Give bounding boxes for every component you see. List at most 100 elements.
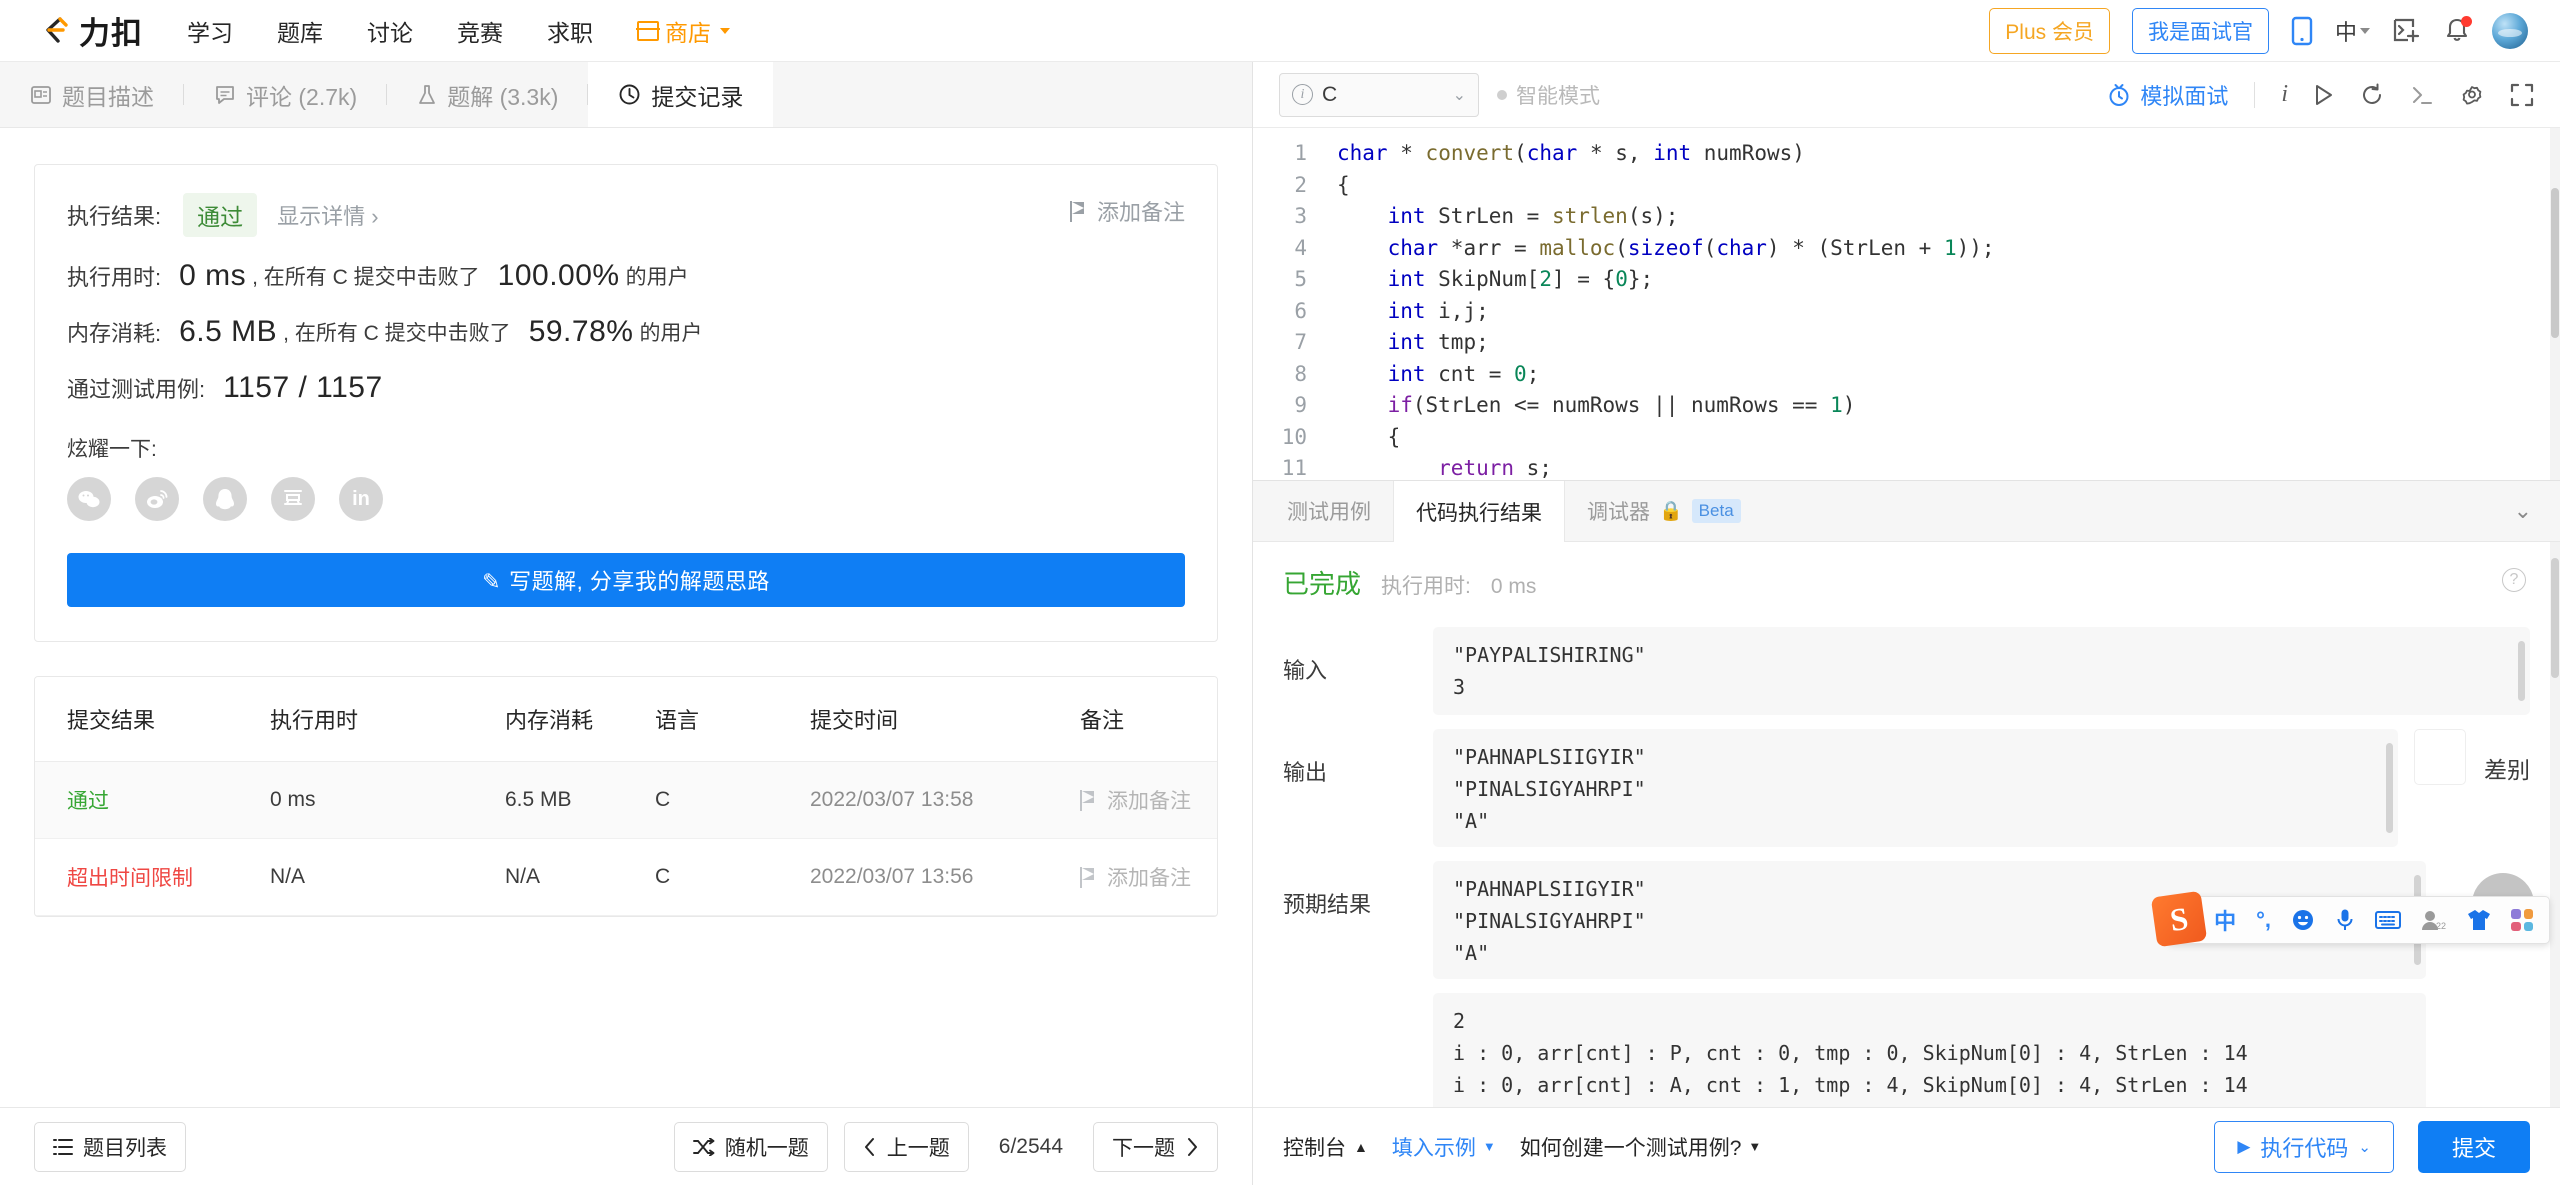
next-problem-button[interactable]: 下一题 xyxy=(1093,1122,1218,1172)
random-problem-label: 随机一题 xyxy=(725,1132,809,1162)
submit-button[interactable]: 提交 xyxy=(2418,1121,2530,1173)
fill-example-button[interactable]: 填入示例 ▼ xyxy=(1392,1132,1496,1162)
emoji-icon[interactable] xyxy=(2291,908,2315,932)
flask-icon xyxy=(417,84,437,106)
console-status-row: 已完成 执行用时: 0 ms xyxy=(1283,564,2530,601)
code-line: 11 return s; xyxy=(1253,453,2560,480)
mobile-icon[interactable] xyxy=(2291,16,2313,46)
bell-icon[interactable] xyxy=(2444,17,2470,45)
runtime-value: 0 ms xyxy=(179,259,246,293)
exec-result-row: 执行结果: 通过 显示详情 › xyxy=(67,193,1185,237)
tab-comments[interactable]: 评论 (2.7k) xyxy=(184,62,387,127)
tab-result[interactable]: 代码执行结果 xyxy=(1393,481,1565,542)
code-editor[interactable]: 1char * convert(char * s, int numRows)2{… xyxy=(1253,128,2560,480)
tab-submissions[interactable]: 提交记录 xyxy=(588,62,773,127)
language-switcher[interactable]: 中 xyxy=(2335,15,2370,47)
diff-toggle[interactable] xyxy=(2414,729,2466,785)
play-icon[interactable] xyxy=(2314,84,2334,106)
tab-solutions[interactable]: 题解 (3.3k) xyxy=(387,62,588,127)
console-icon[interactable] xyxy=(2410,84,2434,106)
interviewer-button[interactable]: 我是面试官 xyxy=(2132,8,2269,54)
console-scrollbar[interactable] xyxy=(2550,542,2560,1107)
settings-icon[interactable] xyxy=(2460,83,2484,107)
sogou-logo-icon[interactable]: S xyxy=(2151,891,2207,947)
console-toggle-button[interactable]: 控制台 ▲ xyxy=(1283,1132,1368,1162)
problem-list-button[interactable]: 题目列表 xyxy=(34,1122,186,1172)
reset-icon[interactable] xyxy=(2360,83,2384,107)
keyboard-icon[interactable] xyxy=(2375,910,2401,930)
memory-percent: 59.78% xyxy=(529,315,634,349)
code-line: 3 int StrLen = strlen(s); xyxy=(1253,201,2560,233)
row-time: 2022/03/07 13:58 xyxy=(810,762,1080,839)
memory-text-b: 的用户 xyxy=(639,317,702,347)
info-icon[interactable]: i xyxy=(2281,81,2288,108)
smart-mode-toggle[interactable]: 智能模式 xyxy=(1497,80,1600,110)
editor-scrollbar[interactable] xyxy=(2550,128,2560,480)
weibo-share-icon[interactable] xyxy=(135,477,179,521)
terminal-plus-icon[interactable] xyxy=(2392,17,2422,45)
col-runtime: 执行用时 xyxy=(270,677,505,762)
collapse-console-icon[interactable]: ⌄ xyxy=(2514,498,2532,524)
linkedin-share-icon[interactable]: in xyxy=(339,477,383,521)
plus-membership-button[interactable]: Plus 会员 xyxy=(1989,8,2110,54)
random-problem-button[interactable]: 随机一题 xyxy=(674,1122,828,1172)
nav-item-discuss[interactable]: 讨论 xyxy=(367,14,413,48)
row-status[interactable]: 超出时间限制 xyxy=(67,867,193,890)
run-code-button[interactable]: ▶ 执行代码 ⌄ xyxy=(2214,1121,2394,1173)
help-icon[interactable]: ? xyxy=(2502,568,2526,592)
tab-debugger[interactable]: 调试器 🔒 Beta xyxy=(1565,481,1763,541)
diff-control[interactable]: 差别 xyxy=(2414,729,2530,785)
tab-description[interactable]: 题目描述 xyxy=(0,62,184,127)
ime-toolbar: S 中 °, 22 xyxy=(2167,896,2550,944)
chevron-down-icon: ▼ xyxy=(1748,1139,1761,1154)
site-logo[interactable]: 力扣 xyxy=(36,8,143,53)
nav-item-jobs[interactable]: 求职 xyxy=(547,14,593,48)
row-status[interactable]: 通过 xyxy=(67,790,109,813)
stdout-value[interactable]: 2 i : 0, arr[cnt] : P, cnt : 0, tmp : 0,… xyxy=(1433,993,2426,1107)
wechat-share-icon[interactable] xyxy=(67,477,111,521)
code-line: 7 int tmp; xyxy=(1253,327,2560,359)
douban-share-icon[interactable] xyxy=(271,477,315,521)
language-select[interactable]: i C ⌄ xyxy=(1279,73,1479,117)
ime-punctuation-mode[interactable]: °, xyxy=(2256,907,2271,933)
line-number: 7 xyxy=(1253,327,1329,359)
table-row[interactable]: 通过 0 ms 6.5 MB C 2022/03/07 13:58 添加备注 xyxy=(35,762,1217,839)
prev-problem-button[interactable]: 上一题 xyxy=(844,1122,969,1172)
output-value[interactable]: "PAHNAPLSIIGYIR" "PINALSIGYAHRPI" "A" xyxy=(1433,729,2398,847)
user-icon[interactable]: 22 xyxy=(2421,909,2447,931)
input-value[interactable]: "PAYPALISHIRING" 3 xyxy=(1433,627,2530,715)
fullscreen-icon[interactable] xyxy=(2510,83,2534,107)
testcases-label: 通过测试用例: xyxy=(67,372,205,404)
row-time: 2022/03/07 13:56 xyxy=(810,839,1080,916)
nav-item-contest[interactable]: 竞赛 xyxy=(457,14,503,48)
skin-icon[interactable] xyxy=(2467,909,2491,931)
tab-label: 调试器 xyxy=(1587,496,1650,526)
qq-share-icon[interactable] xyxy=(203,477,247,521)
input-label: 输入 xyxy=(1283,627,1433,685)
nav-item-store[interactable]: 商店 xyxy=(637,14,730,48)
table-row[interactable]: 超出时间限制 N/A N/A C 2022/03/07 13:56 添加备注 xyxy=(35,839,1217,916)
language-label: 中 xyxy=(2335,15,2357,47)
stopwatch-icon xyxy=(2107,83,2131,107)
row-add-note-button[interactable]: 添加备注 xyxy=(1080,862,1217,892)
main-nav: 学习 题库 讨论 竞赛 求职 商店 xyxy=(187,14,730,48)
mic-icon[interactable] xyxy=(2335,908,2355,932)
apps-icon[interactable] xyxy=(2511,909,2533,931)
stdout-line: 2 xyxy=(1453,1005,2406,1037)
tab-testcase[interactable]: 测试用例 xyxy=(1265,481,1393,541)
ime-chinese-mode[interactable]: 中 xyxy=(2214,904,2236,936)
add-note-button[interactable]: 添加备注 xyxy=(1070,195,1185,227)
how-to-create-link[interactable]: 如何创建一个测试用例? ▼ xyxy=(1520,1132,1762,1162)
write-solution-button[interactable]: ✎写题解, 分享我的解题思路 xyxy=(67,553,1185,607)
nav-item-problems[interactable]: 题库 xyxy=(277,14,323,48)
line-number: 3 xyxy=(1253,201,1329,233)
row-add-note-button[interactable]: 添加备注 xyxy=(1080,785,1217,815)
pencil-icon: ✎ xyxy=(482,569,501,595)
code-line: 5 int SkipNum[2] = {0}; xyxy=(1253,264,2560,296)
avatar[interactable] xyxy=(2492,13,2528,49)
nav-item-study[interactable]: 学习 xyxy=(187,14,233,48)
col-memory: 内存消耗 xyxy=(505,677,655,762)
mock-interview-button[interactable]: 模拟面试 xyxy=(2107,79,2228,111)
show-detail-link[interactable]: 显示详情 › xyxy=(277,199,378,231)
code-content[interactable]: 1char * convert(char * s, int numRows)2{… xyxy=(1253,128,2560,480)
